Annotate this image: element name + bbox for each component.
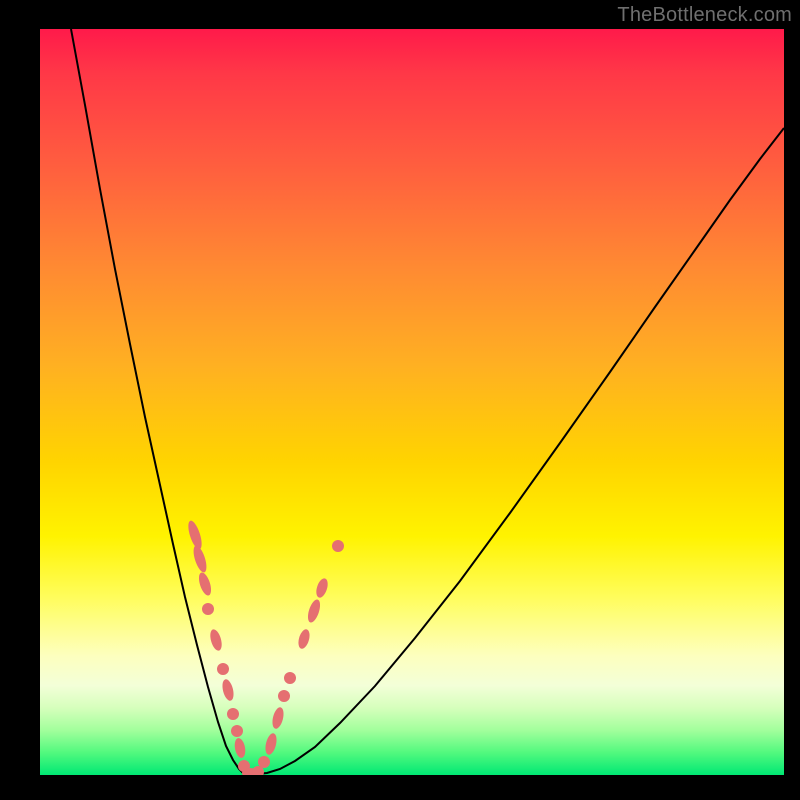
series-right-branch [257, 128, 784, 774]
marker-capsule [186, 519, 205, 551]
marker-capsule [270, 706, 285, 730]
marker-dot [231, 725, 243, 737]
marker-dot [258, 756, 270, 768]
marker-capsule [197, 571, 214, 597]
marker-dot [217, 663, 229, 675]
marker-dot [284, 672, 296, 684]
marker-capsule [263, 732, 278, 756]
marker-dot [332, 540, 344, 552]
marker-capsule [306, 598, 323, 624]
marker-dot [227, 708, 239, 720]
chart-frame: TheBottleneck.com [0, 0, 800, 800]
marker-dot [278, 690, 290, 702]
curve-layer [40, 29, 784, 775]
marker-capsule [208, 628, 224, 652]
marker-capsule [314, 577, 330, 599]
plot-area [40, 29, 784, 775]
data-markers [186, 519, 344, 775]
watermark-text: TheBottleneck.com [617, 4, 792, 27]
marker-capsule [296, 628, 311, 650]
marker-capsule [191, 544, 209, 574]
marker-capsule [220, 678, 235, 702]
series-left-branch [71, 29, 244, 774]
v-curve [71, 29, 784, 775]
marker-dot [202, 603, 214, 615]
marker-capsule [233, 737, 247, 759]
